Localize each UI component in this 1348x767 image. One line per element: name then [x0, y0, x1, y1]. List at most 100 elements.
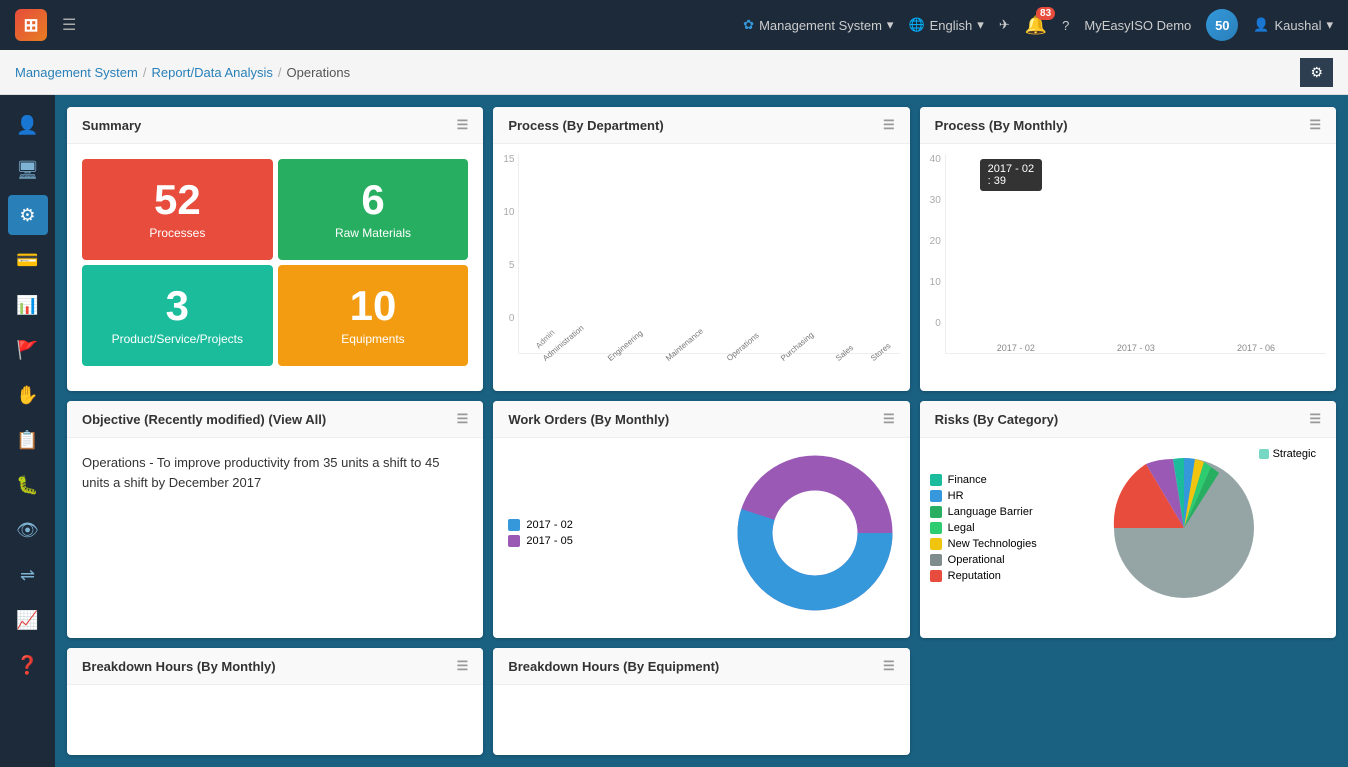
objective-card: Objective (Recently modified) (View All)… — [67, 401, 483, 638]
breakdown-equipment-body — [493, 685, 909, 745]
sidebar-item-settings[interactable]: ⚙ — [8, 195, 48, 235]
breadcrumb-bar: Management System / Report/Data Analysis… — [0, 50, 1348, 95]
tile-equip-num: 10 — [288, 285, 459, 327]
process-by-dept-card: Process (By Department) ☰ 15 10 5 0 Admi… — [493, 107, 909, 391]
sidebar-item-flag[interactable]: 🚩 — [8, 330, 48, 370]
work-orders-card: Work Orders (By Monthly) ☰ 2017 - 02 201… — [493, 401, 909, 638]
summary-menu-icon[interactable]: ☰ — [457, 117, 469, 133]
sidebar-item-user[interactable]: 👤 — [8, 105, 48, 145]
breadcrumb-report[interactable]: Report/Data Analysis — [151, 65, 272, 80]
work-orders-legend: 2017 - 02 2017 - 05 — [508, 519, 572, 547]
risks-header: Risks (By Category) ☰ — [920, 401, 1336, 438]
notification-badge: 83 — [1036, 7, 1055, 20]
risks-body: Finance HR Language Barrier Legal — [920, 438, 1336, 618]
work-orders-title: Work Orders (By Monthly) — [508, 412, 669, 427]
breakdown-equipment-card: Breakdown Hours (By Equipment) ☰ — [493, 648, 909, 755]
tile-processes[interactable]: 52 Processes — [82, 159, 273, 260]
risks-card: Risks (By Category) ☰ Finance HR — [920, 401, 1336, 638]
breakdown-equipment-menu[interactable]: ☰ — [883, 658, 895, 674]
breakdown-monthly-header: Breakdown Hours (By Monthly) ☰ — [67, 648, 483, 685]
sidebar-item-hand[interactable]: ✋ — [8, 375, 48, 415]
strategic-legend: Strategic — [1259, 448, 1316, 460]
dept-y-axis: 15 10 5 0 — [503, 154, 518, 354]
sidebar-item-eye[interactable]: 👁 — [8, 510, 48, 550]
sidebar-item-monitor[interactable]: 🖥 — [8, 150, 48, 190]
objective-text: Operations - To improve productivity fro… — [82, 453, 468, 492]
risks-pie-container: Strategic — [1042, 448, 1326, 608]
tile-raw-num: 6 — [288, 179, 459, 221]
objective-header: Objective (Recently modified) (View All)… — [67, 401, 483, 438]
objective-body: Operations - To improve productivity fro… — [67, 438, 483, 507]
legend-legal: Legal — [930, 522, 1037, 534]
settings-button[interactable]: ⚙ — [1300, 58, 1333, 87]
summary-title: Summary — [82, 118, 141, 133]
dept-bars-container: Admin — [518, 154, 899, 354]
hamburger-menu[interactable]: ☰ — [62, 15, 76, 35]
breadcrumb-operations: Operations — [287, 65, 351, 80]
process-by-monthly-card: Process (By Monthly) ☰ 2017 - 02 : 39 40… — [920, 107, 1336, 391]
process-monthly-menu[interactable]: ☰ — [1309, 117, 1321, 133]
process-dept-title: Process (By Department) — [508, 118, 663, 133]
app-name: MyEasyISO Demo — [1084, 18, 1191, 33]
sidebar-item-trending[interactable]: 📈 — [8, 600, 48, 640]
work-orders-menu[interactable]: ☰ — [883, 411, 895, 427]
process-dept-header: Process (By Department) ☰ — [493, 107, 909, 144]
breadcrumb-management[interactable]: Management System — [15, 65, 138, 80]
process-dept-body: 15 10 5 0 Admin — [493, 144, 909, 375]
management-system-menu[interactable]: ✿ Management System ▾ — [743, 17, 893, 33]
sidebar-item-transfer[interactable]: ⇌ — [8, 555, 48, 595]
tile-processes-num: 52 — [92, 179, 263, 221]
sidebar-item-help[interactable]: ❓ — [8, 645, 48, 685]
risks-legend-left: Finance HR Language Barrier Legal — [930, 474, 1037, 582]
sidebar: 👤 🖥 ⚙ 💳 📊 🚩 ✋ 📋 🐛 👁 ⇌ 📈 ❓ — [0, 95, 55, 767]
legend-2017-05: 2017 - 05 — [508, 535, 572, 547]
monthly-tooltip: 2017 - 02 : 39 — [980, 159, 1042, 191]
process-dept-menu[interactable]: ☰ — [883, 117, 895, 133]
user-avatar: 50 — [1206, 9, 1238, 41]
work-orders-header: Work Orders (By Monthly) ☰ — [493, 401, 909, 438]
sidebar-item-bug[interactable]: 🐛 — [8, 465, 48, 505]
breakdown-monthly-card: Breakdown Hours (By Monthly) ☰ — [67, 648, 483, 755]
breakdown-monthly-menu[interactable]: ☰ — [457, 658, 469, 674]
legend-operational: Operational — [930, 554, 1037, 566]
risks-pie-chart — [1104, 448, 1264, 608]
dept-x-labels: Administration Engineering Maintenance O… — [533, 356, 899, 365]
process-monthly-body: 2017 - 02 : 39 40 30 20 10 0 2017 - 0 — [920, 144, 1336, 364]
tile-raw-label: Raw Materials — [288, 226, 459, 240]
risks-menu[interactable]: ☰ — [1309, 411, 1321, 427]
tile-raw-materials[interactable]: 6 Raw Materials — [278, 159, 469, 260]
risks-title: Risks (By Category) — [935, 412, 1059, 427]
summary-card: Summary ☰ 52 Processes 6 Raw Materials 3… — [67, 107, 483, 391]
sidebar-item-clipboard[interactable]: 📋 — [8, 420, 48, 460]
main-layout: 👤 🖥 ⚙ 💳 📊 🚩 ✋ 📋 🐛 👁 ⇌ 📈 ❓ Summary ☰ 52 P… — [0, 95, 1348, 767]
tile-processes-label: Processes — [92, 226, 263, 240]
user-menu[interactable]: 👤 Kaushal ▾ — [1253, 17, 1333, 33]
legend-reputation: Reputation — [930, 570, 1037, 582]
sidebar-item-card[interactable]: 💳 — [8, 240, 48, 280]
top-nav: ⊞ ☰ ✿ Management System ▾ 🌐 English ▾ ✈ … — [0, 0, 1348, 50]
summary-tiles: 52 Processes 6 Raw Materials 3 Product/S… — [82, 159, 468, 366]
tile-products-label: Product/Service/Projects — [92, 332, 263, 346]
summary-card-header: Summary ☰ — [67, 107, 483, 144]
bar-2017-03: 2017 - 03 — [1086, 340, 1186, 353]
tile-products[interactable]: 3 Product/Service/Projects — [82, 265, 273, 366]
tile-equipments[interactable]: 10 Equipments — [278, 265, 469, 366]
legend-language: Language Barrier — [930, 506, 1037, 518]
legend-hr: HR — [930, 490, 1037, 502]
sidebar-item-chart[interactable]: 📊 — [8, 285, 48, 325]
app-logo[interactable]: ⊞ — [15, 9, 47, 41]
bar-2017-02: 2017 - 02 — [966, 340, 1066, 353]
summary-card-body: 52 Processes 6 Raw Materials 3 Product/S… — [67, 144, 483, 381]
breakdown-equipment-header: Breakdown Hours (By Equipment) ☰ — [493, 648, 909, 685]
tile-products-num: 3 — [92, 285, 263, 327]
help-button[interactable]: ? — [1062, 18, 1069, 33]
bar-2017-06: 2017 - 06 — [1206, 340, 1306, 353]
process-monthly-title: Process (By Monthly) — [935, 118, 1068, 133]
process-monthly-header: Process (By Monthly) ☰ — [920, 107, 1336, 144]
objective-menu[interactable]: ☰ — [457, 411, 469, 427]
breakdown-monthly-title: Breakdown Hours (By Monthly) — [82, 659, 276, 674]
connect-icon[interactable]: ✈ — [999, 17, 1010, 33]
notification-bell[interactable]: 🔔 83 — [1025, 15, 1047, 36]
tile-equip-label: Equipments — [288, 332, 459, 346]
language-menu[interactable]: 🌐 English ▾ — [908, 17, 983, 33]
